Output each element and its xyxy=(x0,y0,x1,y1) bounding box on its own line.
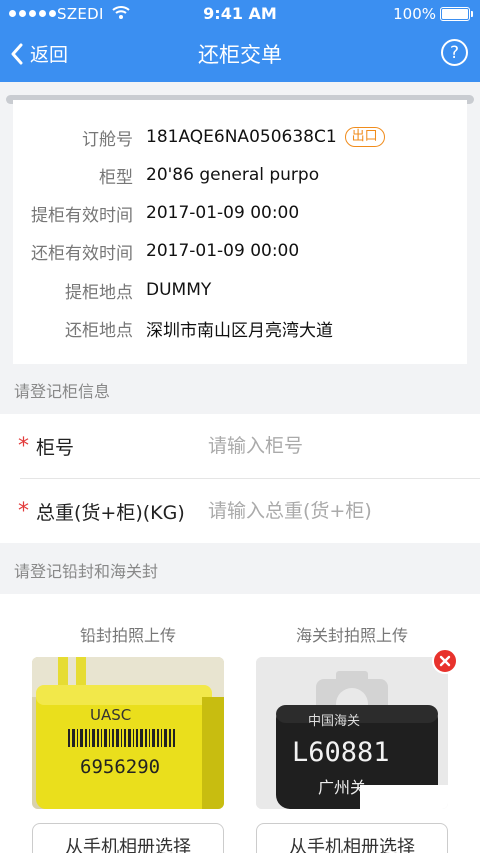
booking-number-value: 181AQE6NA050638C1 出口 xyxy=(146,127,385,147)
page-title: 还柜交单 xyxy=(198,43,282,67)
total-weight-field: * 总重(货+柜)(KG) xyxy=(0,479,480,543)
row-label: 柜型 xyxy=(99,167,133,188)
row-value: 2017-01-09 00:00 xyxy=(146,203,300,223)
row-label: 订舱号 xyxy=(82,129,133,150)
total-weight-input[interactable] xyxy=(208,491,468,531)
container-section-title: 请登记柜信息 xyxy=(14,382,111,401)
lead-seal-brand: UASC xyxy=(90,706,131,724)
customs-seal-number: L60881 xyxy=(292,737,390,768)
order-row-pickup-location: 提柜地点 DUMMY xyxy=(13,275,467,305)
status-bar: SZEDI 9:41 AM 100% xyxy=(0,0,480,28)
required-mark: * xyxy=(18,498,29,524)
nav-bar: 返回 还柜交单 ? xyxy=(0,28,480,82)
row-label: 提柜地点 xyxy=(65,282,133,303)
ticket-scalloped-edge xyxy=(13,359,467,369)
row-value: DUMMY xyxy=(146,280,212,300)
row-label: 还柜地点 xyxy=(65,320,133,341)
field-label: 总重(货+柜)(KG) xyxy=(36,501,185,524)
customs-seal-image: 中国海关 L60881 广州关 xyxy=(256,657,448,809)
help-button[interactable]: ? xyxy=(441,39,468,66)
battery-percent: 100% xyxy=(393,5,436,23)
export-badge: 出口 xyxy=(344,127,385,147)
seal-section-title: 请登记铅封和海关封 xyxy=(14,562,159,581)
customs-seal-title: 海关封拍照上传 xyxy=(295,626,408,645)
customs-seal-top-text: 中国海关 xyxy=(308,714,360,729)
container-number-input[interactable] xyxy=(208,426,468,466)
row-label: 提柜有效时间 xyxy=(31,205,133,226)
lead-seal-title: 铅封拍照上传 xyxy=(79,626,176,645)
order-row-booking: 订舱号 181AQE6NA050638C1 出口 xyxy=(13,122,467,152)
order-row-container-type: 柜型 20'86 general purpo xyxy=(13,160,467,190)
lead-seal-image: UASC 6956290 xyxy=(32,657,224,809)
lead-seal-album-button[interactable]: 从手机相册选择 xyxy=(32,823,224,853)
order-row-pickup-valid: 提柜有效时间 2017-01-09 00:00 xyxy=(13,198,467,228)
row-value: 181AQE6NA050638C1 xyxy=(146,127,337,147)
order-ticket: 订舱号 181AQE6NA050638C1 出口 柜型 20'86 general… xyxy=(13,100,467,369)
order-info-area: 订舱号 181AQE6NA050638C1 出口 柜型 20'86 general… xyxy=(0,82,480,370)
app-header: SZEDI 9:41 AM 100% 返回 还柜交单 ? xyxy=(0,0,480,82)
row-value: 2017-01-09 00:00 xyxy=(146,241,300,261)
battery-icon xyxy=(440,7,473,21)
lead-seal-photo[interactable]: UASC 6956290 xyxy=(32,657,224,809)
customs-seal-album-button[interactable]: 从手机相册选择 xyxy=(256,823,448,853)
row-value: 20'86 general purpo xyxy=(146,165,320,185)
button-label: 从手机相册选择 xyxy=(65,837,191,853)
customs-seal-photo[interactable]: 中国海关 L60881 广州关 xyxy=(256,657,448,809)
lead-seal-number: 6956290 xyxy=(80,756,160,778)
field-label: 柜号 xyxy=(36,436,75,459)
container-form: * 柜号 * 总重(货+柜)(KG) xyxy=(0,414,480,543)
row-label: 还柜有效时间 xyxy=(31,243,133,264)
customs-seal-bottom-text: 广州关 xyxy=(318,778,366,797)
row-value: 深圳市南山区月亮湾大道 xyxy=(146,320,333,341)
close-icon xyxy=(439,655,451,667)
order-row-return-valid: 还柜有效时间 2017-01-09 00:00 xyxy=(13,236,467,266)
container-number-field: * 柜号 xyxy=(0,414,480,479)
seal-photo-area: 铅封拍照上传 UASC 6956290 从手机相册选择 海关封拍照上传 中国海关… xyxy=(0,594,480,853)
remove-customs-photo-button[interactable] xyxy=(432,648,458,674)
question-mark-icon: ? xyxy=(449,42,460,63)
button-label: 从手机相册选择 xyxy=(289,837,415,853)
order-row-return-location: 还柜地点 深圳市南山区月亮湾大道 xyxy=(13,313,467,343)
required-mark: * xyxy=(18,433,29,459)
